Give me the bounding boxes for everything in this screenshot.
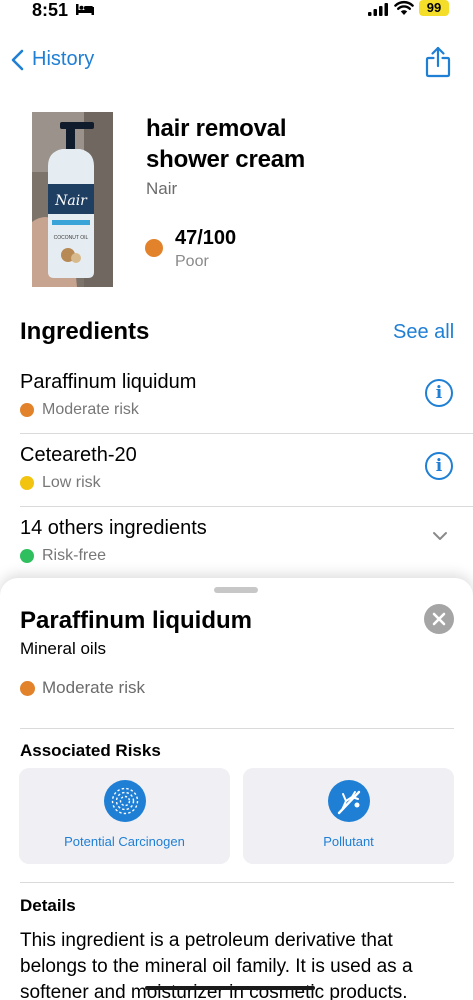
- cellular-signal-icon: [368, 3, 388, 16]
- status-bar: 8:51 99: [0, 0, 473, 24]
- sheet-divider: [20, 882, 454, 883]
- product-title-line1: hair removal: [146, 115, 287, 142]
- sheet-risk-label: Moderate risk: [42, 678, 145, 697]
- risk-dot: [20, 403, 34, 417]
- risk-dot: [20, 680, 35, 696]
- score-label: Poor: [175, 253, 209, 270]
- redaction-scribble: [145, 986, 315, 990]
- back-label: History: [32, 48, 95, 70]
- sheet-title: Paraffinum liquidum: [20, 607, 253, 634]
- info-icon[interactable]: i: [425, 379, 453, 407]
- close-icon: [432, 612, 446, 626]
- back-button[interactable]: History: [10, 48, 94, 71]
- product-image: Nair COCONUT OIL: [32, 112, 113, 287]
- risk-card-label: Pollutant: [323, 834, 374, 849]
- info-icon[interactable]: i: [425, 452, 453, 480]
- details-line: softener and moisturizer in cosmetic pro…: [20, 982, 408, 1000]
- ingredients-heading: Ingredients: [20, 318, 150, 345]
- ingredient-detail-sheet: Paraffinum liquidum Mineral oils Moderat…: [0, 578, 473, 1000]
- sheet-grabber[interactable]: [214, 587, 258, 593]
- details-line: belongs to the mineral oil family. It is…: [20, 956, 413, 977]
- product-brand: Nair: [146, 179, 178, 198]
- list-divider: [20, 506, 473, 507]
- package-brand-text: Nair: [54, 193, 88, 209]
- product-photo: Nair COCONUT OIL: [32, 112, 113, 287]
- details-heading: Details: [20, 896, 76, 915]
- associated-risks-heading: Associated Risks: [20, 741, 161, 760]
- risk-card-carcinogen[interactable]: Potential Carcinogen: [19, 768, 230, 864]
- sheet-subtitle: Mineral oils: [20, 639, 106, 658]
- ingredient-risk-label: Moderate risk: [42, 401, 139, 418]
- ingredient-name: 14 others ingredients: [20, 517, 207, 539]
- score-value: 47/100: [175, 227, 237, 249]
- details-line: This ingredient is a petroleum derivativ…: [20, 930, 393, 951]
- list-divider: [20, 433, 473, 434]
- sheet-divider: [20, 728, 454, 729]
- close-button[interactable]: [424, 604, 454, 634]
- battery-indicator: 99: [419, 0, 449, 16]
- carcinogen-icon: [104, 780, 146, 822]
- chevron-down-icon[interactable]: [432, 531, 448, 541]
- see-all-link[interactable]: See all: [393, 321, 454, 344]
- ingredient-name: Paraffinum liquidum: [20, 371, 197, 393]
- ingredient-risk-label: Risk-free: [42, 547, 107, 564]
- wifi-icon: [394, 1, 414, 15]
- share-icon[interactable]: [425, 46, 451, 78]
- ingredient-risk-label: Low risk: [42, 474, 101, 491]
- risk-dot: [20, 549, 34, 563]
- score-indicator-dot: [145, 239, 163, 257]
- product-title-line2: shower cream: [146, 146, 306, 173]
- sleep-focus-icon: [76, 4, 94, 15]
- chevron-left-icon: [11, 49, 24, 70]
- ingredient-risk: Low risk: [20, 474, 101, 492]
- ingredient-risk: Moderate risk: [20, 401, 139, 419]
- risk-dot: [20, 476, 34, 490]
- sheet-risk: Moderate risk: [20, 678, 145, 698]
- product-title: hair removal shower cream: [146, 113, 366, 175]
- pollutant-icon: [328, 780, 370, 822]
- status-time: 8:51: [32, 0, 69, 20]
- package-label-text: COCONUT OIL: [54, 235, 89, 241]
- risk-card-label: Potential Carcinogen: [64, 834, 185, 849]
- ingredient-risk: Risk-free: [20, 547, 106, 565]
- risk-card-pollutant[interactable]: Pollutant: [243, 768, 454, 864]
- ingredient-name: Ceteareth-20: [20, 444, 137, 466]
